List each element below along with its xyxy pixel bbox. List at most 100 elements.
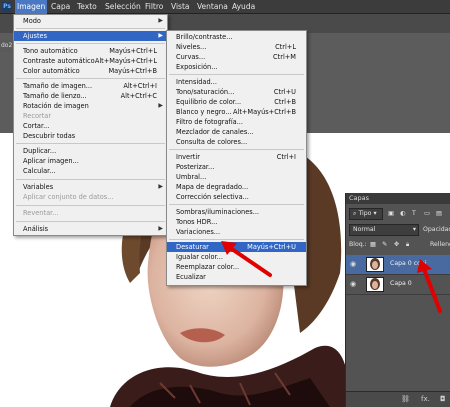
filter-type-icon[interactable]: T [412,209,416,219]
menu-item-posterizar[interactable]: Posterizar... [167,162,306,172]
menu-item-correccion-selectiva[interactable]: Corrección selectiva... [167,192,306,202]
layer-name: Capa 0 [390,280,412,287]
menu-item-recortar: Recortar [23,112,52,120]
lock-transparent-icon[interactable]: ▦ [370,240,376,250]
layer-thumbnail [366,277,384,292]
menu-item-reemplazar-color[interactable]: Reemplazar color... [167,262,306,272]
menu-ayuda[interactable]: Ayuda [230,0,257,14]
layers-panel: Capas ⌕ Tipo ▾ ▣ ◐ T ▭ ▤ Normal ▾ Opacid… [345,193,450,407]
menu-item-brillo-contraste[interactable]: Brillo/contraste... [167,32,306,42]
menu-item-color-automatico[interactable]: Color automático Mayús+Ctrl+B [14,66,167,76]
menu-item-tono-saturacion[interactable]: Tono/saturación... Ctrl+U [167,87,306,97]
ajustes-submenu: Brillo/contraste... Niveles... Ctrl+L Cu… [166,30,307,286]
filter-adjustment-icon[interactable]: ◐ [400,209,405,219]
search-icon: ⌕ [353,210,357,217]
menu-bar: Ps Imagen Capa Texto Selección Filtro Vi… [0,0,450,14]
menu-item-invertir[interactable]: Invertir Ctrl+I [167,152,306,162]
blend-mode-dropdown[interactable]: Normal ▾ [349,224,419,236]
menu-separator [169,204,304,205]
menu-separator [169,239,304,240]
layer-row[interactable]: ◉ Capa 0 [346,275,450,295]
filter-image-icon[interactable]: ▣ [388,209,394,219]
menu-item-sombras-iluminaciones[interactable]: Sombras/iluminaciones... [167,207,306,217]
menu-item-mapa-degradado[interactable]: Mapa de degradado... [167,182,306,192]
menu-imagen[interactable]: Imagen [15,0,48,14]
menu-capa[interactable]: Capa [49,0,72,14]
menu-item-tono-automatico[interactable]: Tono automático Mayús+Ctrl+L [14,46,167,56]
layer-mask-icon[interactable]: ◘ [440,395,446,403]
menu-texto[interactable]: Texto [75,0,99,14]
menu-separator [16,221,165,222]
submenu-arrow-icon: ▶ [158,102,163,109]
layers-panel-title[interactable]: Capas [346,193,450,204]
menu-separator [16,28,165,29]
menu-item-blanco-negro[interactable]: Blanco y negro... Alt+Mayús+Ctrl+B [167,107,306,117]
menu-item-duplicar[interactable]: Duplicar... [14,146,167,156]
menu-item-exposicion[interactable]: Exposición... [167,62,306,72]
layers-panel-footer: ⛓ fx. ◘ [346,391,450,407]
menu-item-variaciones[interactable]: Variaciones... [167,227,306,237]
layer-row[interactable]: ◉ Capa 0 copi [346,255,450,275]
menu-item-tamano-imagen[interactable]: Tamaño de imagen... Alt+Ctrl+I [14,81,167,91]
menu-item-aplicar-imagen[interactable]: Aplicar imagen... [14,156,167,166]
chevron-down-icon: ▾ [373,210,377,217]
menu-item-consulta-colores[interactable]: Consulta de colores... [167,137,306,147]
menu-separator [169,149,304,150]
menu-item-ajustes[interactable]: Ajustes ▶ [14,31,167,41]
menu-item-filtro-fotografia[interactable]: Filtro de fotografía... [167,117,306,127]
visibility-eye-icon[interactable]: ◉ [350,280,360,289]
menu-item-mezclador-canales[interactable]: Mezclador de canales... [167,127,306,137]
menu-vista[interactable]: Vista [169,0,192,14]
menu-item-desaturar[interactable]: Desaturar Mayús+Ctrl+U [167,242,306,252]
submenu-arrow-icon: ▶ [158,17,163,24]
imagen-dropdown-menu: Modo ▶ Ajustes ▶ Tono automático Mayús+C… [13,14,168,236]
menu-item-curvas[interactable]: Curvas... Ctrl+M [167,52,306,62]
menu-item-tamano-lienzo[interactable]: Tamaño de lienzo... Alt+Ctrl+C [14,91,167,101]
submenu-arrow-icon: ▶ [158,32,163,39]
menu-item-calcular[interactable]: Calcular... [14,166,167,176]
filter-smartobject-icon[interactable]: ▤ [436,209,442,219]
lock-image-icon[interactable]: ✎ [382,240,387,250]
menu-item-ecualizar[interactable]: Ecualizar [167,272,306,282]
menu-item-igualar-color[interactable]: Igualar color... [167,252,306,262]
menu-separator [16,205,165,206]
lock-position-icon[interactable]: ✥ [394,240,399,250]
menu-separator [16,78,165,79]
menu-item-cortar[interactable]: Cortar... [14,121,167,131]
layer-filter-dropdown[interactable]: ⌕ Tipo ▾ [349,208,383,220]
menu-separator [16,143,165,144]
chevron-down-icon: ▾ [412,226,416,233]
menu-item-reventar: Reventar... [23,209,59,217]
menu-item-analisis[interactable]: Análisis ▶ [14,224,167,234]
menu-item-niveles[interactable]: Niveles... Ctrl+L [167,42,306,52]
submenu-arrow-icon: ▶ [158,183,163,190]
menu-item-variables[interactable]: Variables ▶ [14,182,167,192]
menu-filtro[interactable]: Filtro [143,0,165,14]
menu-item-tonos-hdr[interactable]: Tonos HDR... [167,217,306,227]
submenu-arrow-icon: ▶ [158,225,163,232]
menu-item-modo[interactable]: Modo ▶ [14,16,167,26]
link-layers-icon[interactable]: ⛓ [401,395,410,403]
opacity-label: Opacidad [423,226,450,233]
layer-thumbnail [366,257,384,272]
filter-shape-icon[interactable]: ▭ [424,209,430,219]
menu-item-descubrir-todas[interactable]: Descubrir todas [14,131,167,141]
document-tab[interactable]: do2 [0,40,14,52]
menu-item-aplicar-conjunto-datos: Aplicar conjunto de datos... [23,193,114,201]
menu-item-rotacion-imagen[interactable]: Rotación de imagen ▶ [14,101,167,111]
layer-name: Capa 0 copi [390,260,427,267]
menu-separator [16,179,165,180]
layer-style-button[interactable]: fx. [421,395,430,403]
menu-separator [169,74,304,75]
menu-item-contraste-automatico[interactable]: Contraste automático Alt+Mayús+Ctrl+L [14,56,167,66]
menu-item-intensidad[interactable]: Intensidad... [167,77,306,87]
visibility-eye-icon[interactable]: ◉ [350,260,360,269]
menu-ventana[interactable]: Ventana [195,0,230,14]
menu-item-equilibrio-color[interactable]: Equilibrio de color... Ctrl+B [167,97,306,107]
menu-separator [16,43,165,44]
lock-label: Bloq.: [349,241,367,248]
lock-all-icon[interactable]: 🔒︎ [406,240,409,250]
menu-seleccion[interactable]: Selección [103,0,143,14]
photoshop-logo-icon[interactable]: Ps [2,2,12,12]
menu-item-umbral[interactable]: Umbral... [167,172,306,182]
